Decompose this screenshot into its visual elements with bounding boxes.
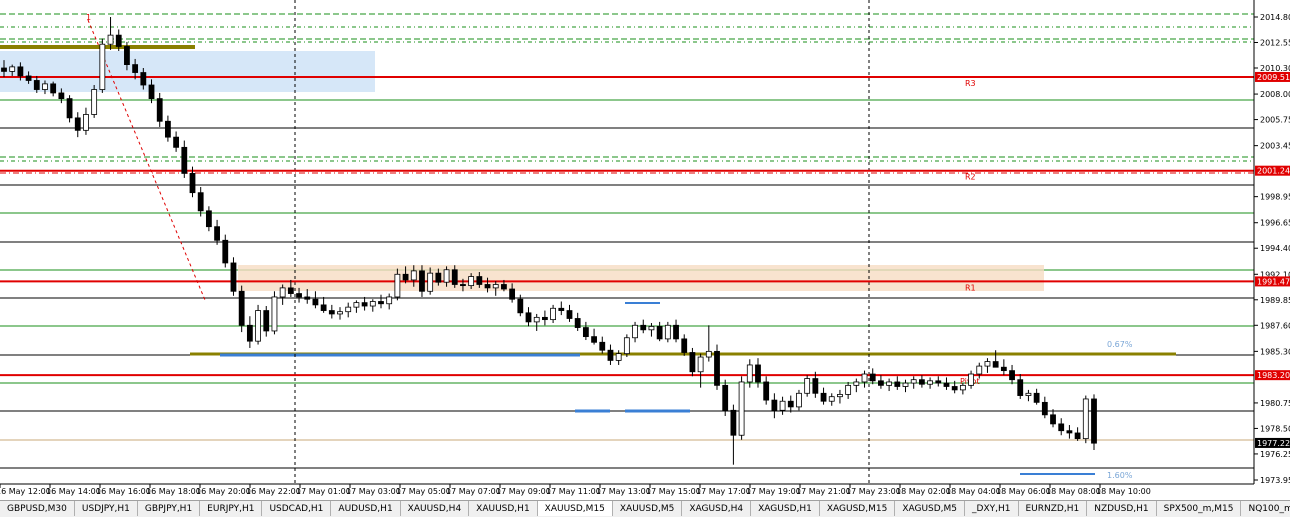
- candle: [271, 291, 278, 335]
- price-tick-label: 2008.00: [1260, 90, 1290, 99]
- price-tick-label: 1978.50: [1260, 424, 1290, 433]
- candle: [99, 38, 106, 93]
- tab-eurnzd-h1[interactable]: EURNZD,H1: [1019, 501, 1088, 516]
- candle: [738, 376, 745, 440]
- price-tick-label: 1994.40: [1260, 244, 1290, 253]
- pct-lower-label: 1.60%: [1107, 471, 1133, 480]
- fib-start-label: 1: [86, 13, 91, 22]
- time-tick-label: 18 May 08:00: [1046, 487, 1101, 496]
- time-tick-label: 18 May 04:00: [946, 487, 1001, 496]
- price-tick-label: 2012.55: [1260, 39, 1290, 48]
- tab-nq100-m-h[interactable]: NQ100_m,H: [1241, 501, 1290, 516]
- price-tick-label: 1998.95: [1260, 193, 1290, 202]
- candle: [714, 344, 720, 390]
- tab-xauusd-h1[interactable]: XAUUSD,H1: [469, 501, 538, 516]
- tab-usdjpy-h1[interactable]: USDJPY,H1: [75, 501, 138, 516]
- candle: [796, 389, 802, 411]
- candle: [623, 334, 630, 358]
- time-tick-label: 17 May 11:00: [546, 487, 601, 496]
- time-tick-label: 18 May 02:00: [896, 487, 951, 496]
- time-tick-label: 18 May 10:00: [1096, 487, 1151, 496]
- candle: [230, 257, 237, 296]
- candle: [255, 304, 261, 345]
- tab-xagusd-h1[interactable]: XAGUSD,H1: [751, 501, 820, 516]
- level-label-r2: R2: [965, 173, 976, 182]
- time-tick-label: 17 May 15:00: [646, 487, 701, 496]
- price-tick-label: 1976.25: [1260, 450, 1290, 459]
- candle: [689, 347, 696, 377]
- price-tick-label: 1989.85: [1260, 296, 1290, 305]
- tab-audusd-h1[interactable]: AUDUSD,H1: [331, 501, 401, 516]
- level-label-r1: R1: [965, 283, 976, 292]
- candle: [664, 321, 671, 343]
- time-tick-label: 17 May 07:00: [446, 487, 501, 496]
- time-tick-label: 17 May 03:00: [346, 487, 401, 496]
- tab-xauusd-m15[interactable]: XAUUSD,M15: [537, 501, 613, 516]
- price-tick-label: 2005.75: [1260, 116, 1290, 125]
- level-label-r3: R3: [965, 79, 976, 88]
- price-tick-label: 1985.30: [1260, 347, 1290, 356]
- candle: [91, 85, 98, 118]
- symbol-tab-bar[interactable]: GBPUSD,M30 USDJPY,H1 GBPJPY,H1 EURJPY,H1 USD…: [0, 500, 1290, 517]
- tab-xagusd-m15[interactable]: XAGUSD,M15: [820, 501, 896, 516]
- time-tick-label: 17 May 13:00: [596, 487, 651, 496]
- time-tick-label: 16 May 16:00: [96, 487, 151, 496]
- price-tick-label: 1980.75: [1260, 399, 1290, 408]
- tab-xauusd-h4[interactable]: XAUUSD,H4: [401, 501, 470, 516]
- price-tick-label: 1996.65: [1260, 219, 1290, 228]
- time-tick-label: 17 May 09:00: [496, 487, 551, 496]
- tab-gbpusd-m30[interactable]: GBPUSD,M30: [0, 501, 75, 516]
- tab-xagusd-h4[interactable]: XAGUSD,H4: [682, 501, 752, 516]
- candle: [722, 379, 729, 416]
- time-tick-label: 17 May 19:00: [746, 487, 801, 496]
- price-marker-text: 2001.24: [1257, 167, 1290, 176]
- tab-eurjpy-h1[interactable]: EURJPY,H1: [200, 501, 263, 516]
- time-tick-label: 17 May 23:00: [846, 487, 901, 496]
- time-tick-label: 18 May 06:00: [996, 487, 1051, 496]
- tab-usdcad-h1[interactable]: USDCAD,H1: [262, 501, 332, 516]
- price-marker-text: 2009.51: [1257, 73, 1290, 82]
- candle: [804, 375, 811, 397]
- time-tick-label: 16 May 22:00: [246, 487, 301, 496]
- price-marker-text: 1991.47: [1257, 277, 1290, 286]
- price-chart[interactable]: 1 R3R2R1Pivot 0.67% 1.60% 2014.802012.55…: [0, 0, 1290, 500]
- price-marker-text: 1983.20: [1257, 371, 1290, 380]
- time-tick-label: 16 May 20:00: [196, 487, 251, 496]
- candle: [238, 285, 245, 333]
- price-tick-label: 1987.60: [1260, 321, 1290, 330]
- tab-nzdusd-h1[interactable]: NZDUSD,H1: [1087, 501, 1157, 516]
- price-tick-label: 2010.30: [1260, 64, 1290, 73]
- candle: [1091, 394, 1097, 450]
- tab--dxy-h1[interactable]: _DXY,H1: [965, 501, 1019, 516]
- price-tick-label: 1973.95: [1260, 476, 1290, 485]
- time-tick-label: 17 May 01:00: [296, 487, 351, 496]
- tab-xagusd-m5[interactable]: XAGUSD,M5: [895, 501, 966, 516]
- price-marker-text: 1977.22: [1257, 439, 1290, 448]
- chart-canvas[interactable]: 1 R3R2R1Pivot 0.67% 1.60% 2014.802012.55…: [0, 0, 1290, 500]
- time-tick-label: 17 May 17:00: [696, 487, 751, 496]
- time-tick-label: 16 May 18:00: [146, 487, 201, 496]
- price-tick-label: 2003.45: [1260, 142, 1290, 151]
- time-tick-label: 16 May 14:00: [46, 487, 101, 496]
- price-tick-label: 2014.80: [1260, 13, 1290, 22]
- time-tick-label: 17 May 05:00: [396, 487, 451, 496]
- time-tick-label: 17 May 21:00: [796, 487, 851, 496]
- time-tick-label: 16 May 12:00: [0, 487, 51, 496]
- tab-xauusd-m5[interactable]: XAUUSD,M5: [613, 501, 683, 516]
- candle: [1082, 395, 1089, 444]
- pct-upper-label: 0.67%: [1107, 340, 1133, 349]
- resistance-zone: [238, 265, 1044, 291]
- tab-gbpjpy-h1[interactable]: GBPJPY,H1: [138, 501, 201, 516]
- supply-zone: [0, 51, 375, 92]
- tab-spx500-m-m15[interactable]: SPX500_m,M15: [1157, 501, 1242, 516]
